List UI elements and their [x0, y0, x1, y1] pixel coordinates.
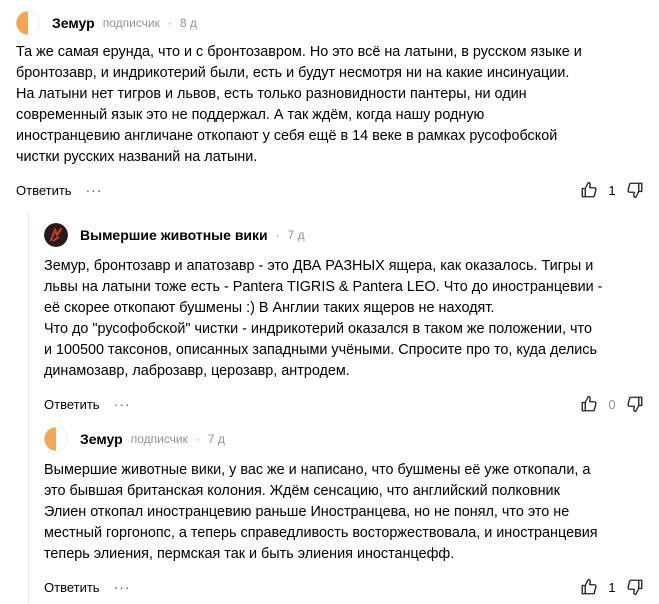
thumb-down-icon[interactable]	[626, 181, 644, 199]
comment-time: 7 д	[207, 432, 225, 446]
author-name[interactable]: Земур	[52, 15, 95, 31]
like-count: 1	[608, 182, 616, 198]
vote-controls: 1	[580, 575, 644, 599]
comment-header: Вымершие животные вики · 7 д	[44, 222, 644, 248]
separator-dot: ·	[195, 432, 200, 446]
separator-dot: ·	[275, 228, 280, 242]
comment-time: 8 д	[179, 16, 197, 30]
vote-controls: 1	[580, 178, 644, 202]
comment-actions: Ответить ··· 1	[16, 178, 644, 202]
avatar[interactable]	[44, 427, 68, 451]
comment-text: Земур, бронтозавр и апатозавр - это ДВА …	[44, 258, 603, 379]
thumb-down-icon[interactable]	[626, 395, 644, 413]
comment-header: Земур подписчик · 7 д	[44, 426, 644, 452]
vote-controls: 0	[580, 392, 644, 416]
more-dots-icon[interactable]: ···	[114, 397, 131, 411]
subscriber-badge: подписчик	[130, 432, 188, 446]
like-count: 1	[608, 579, 616, 595]
more-dots-icon[interactable]: ···	[86, 183, 103, 197]
like-count: 0	[608, 396, 616, 412]
comment-reply: Земур подписчик · 7 д Вымершие животные …	[44, 426, 644, 599]
comment-time: 7 д	[287, 228, 305, 242]
thread-line	[28, 212, 29, 602]
reply-button[interactable]: Ответить	[16, 183, 72, 198]
separator-dot: ·	[167, 16, 172, 30]
comment-text: Вымершие животные вики, у вас же и напис…	[44, 462, 598, 562]
thumb-up-icon[interactable]	[580, 181, 598, 199]
reply-button[interactable]: Ответить	[44, 580, 100, 595]
comment-reply: Вымершие животные вики · 7 д Земур, брон…	[44, 222, 644, 416]
comment: Земур подписчик · 8 д Та же самая ерунда…	[16, 10, 644, 202]
comment-actions: Ответить ··· 0	[44, 392, 644, 416]
thumb-up-icon[interactable]	[580, 578, 598, 596]
thumb-down-icon[interactable]	[626, 578, 644, 596]
avatar[interactable]	[44, 223, 68, 247]
thumb-up-icon[interactable]	[580, 395, 598, 413]
author-name[interactable]: Земур	[80, 431, 123, 447]
reply-button[interactable]: Ответить	[44, 397, 100, 412]
comment-header: Земур подписчик · 8 д	[16, 10, 644, 36]
subscriber-badge: подписчик	[102, 16, 160, 30]
comment-actions: Ответить ··· 1	[44, 575, 644, 599]
avatar[interactable]	[16, 11, 40, 35]
author-name[interactable]: Вымершие животные вики	[80, 227, 268, 243]
comment-text: Та же самая ерунда, что и с бронтозавром…	[16, 44, 582, 165]
more-dots-icon[interactable]: ···	[114, 580, 131, 594]
